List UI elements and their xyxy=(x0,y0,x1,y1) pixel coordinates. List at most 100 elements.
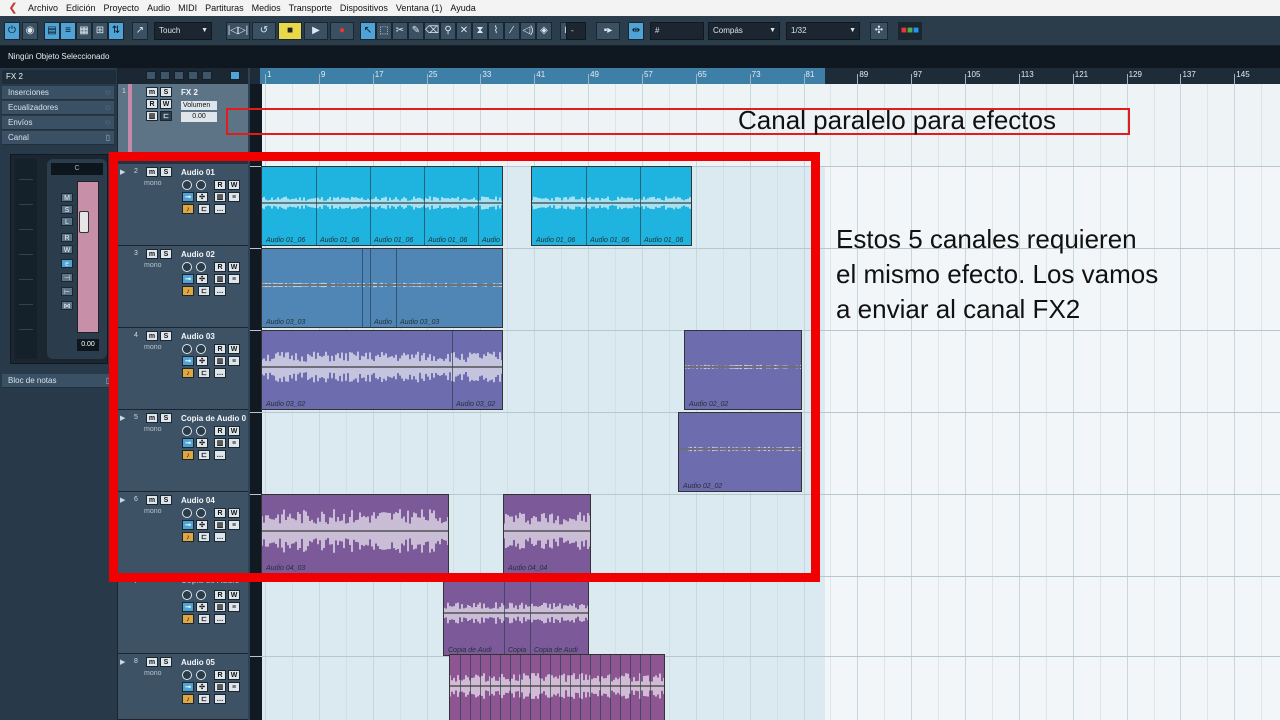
listen-button[interactable]: L xyxy=(61,217,73,226)
track-audio05[interactable]: ▶ 8 m S Audio 05 mono R W ⊸ ✣ ▥ ≡ ♪ ⊏ … xyxy=(118,654,250,720)
nudge-select[interactable]: - xyxy=(566,22,586,40)
automation-mode-select[interactable]: Touch ▼ xyxy=(154,22,212,40)
track-name[interactable]: FX 2 xyxy=(181,88,247,97)
lanes-button[interactable]: ▥ xyxy=(214,682,226,692)
bypass-eq-icon[interactable]: ⊢ xyxy=(61,287,73,296)
menu-partituras[interactable]: Partituras xyxy=(201,3,248,13)
automation-button[interactable]: ⊏ xyxy=(198,694,210,704)
play-tool-icon[interactable]: ◁) xyxy=(520,22,536,40)
menu-ventana[interactable]: Ventana (1) xyxy=(392,3,447,13)
menu-dispositivos[interactable]: Dispositivos xyxy=(336,3,392,13)
lanes-button[interactable]: ▥ xyxy=(214,602,226,612)
expand-arrow-icon[interactable]: ▶ xyxy=(120,658,125,666)
mute-button[interactable]: M xyxy=(61,193,73,202)
freeze-button[interactable]: ✣ xyxy=(196,602,208,612)
object-selection-tool-icon[interactable]: ↖ xyxy=(360,22,376,40)
inspector-section-sends[interactable]: Envíos ◌ xyxy=(2,116,114,130)
menu-transporte[interactable]: Transporte xyxy=(285,3,336,13)
write-button[interactable]: W xyxy=(61,245,73,254)
solo-button[interactable]: S xyxy=(160,87,172,97)
bypass-inserts-icon[interactable]: ⊣ xyxy=(61,273,73,282)
snap-type-select[interactable]: Compás ▼ xyxy=(708,22,780,40)
pool-icon[interactable]: ⊞ xyxy=(92,22,108,40)
range-tool-icon[interactable]: ⬚ xyxy=(376,22,392,40)
audio-event[interactable]: Copia de Audi Copia Copia de Audi xyxy=(443,576,589,656)
info-line-toggle-icon[interactable]: ≡ xyxy=(60,22,76,40)
menu-audio[interactable]: Audio xyxy=(143,3,174,13)
bypass-icon[interactable]: ◌ xyxy=(105,116,110,130)
activate-project-icon[interactable]: ⏻ xyxy=(4,22,20,40)
inserts-button[interactable]: ≡ xyxy=(228,682,240,692)
snap-mode-icon[interactable]: ▪▸ xyxy=(596,22,620,40)
record-enable-button[interactable] xyxy=(182,670,192,680)
bypass-sends-icon[interactable]: ⋈ xyxy=(61,301,73,310)
overview-toggle-icon[interactable]: ▦ xyxy=(76,22,92,40)
menu-midi[interactable]: MIDI xyxy=(174,3,201,13)
menu-medios[interactable]: Medios xyxy=(248,3,285,13)
bypass-icon[interactable]: ◌ xyxy=(105,86,110,100)
automation-button[interactable]: ⊏ xyxy=(198,614,210,624)
edit-channel-button[interactable]: ⊸ xyxy=(182,602,194,612)
show-lanes-icon[interactable] xyxy=(202,71,212,80)
read-button[interactable]: R xyxy=(214,590,226,600)
monitor-button[interactable] xyxy=(196,590,206,600)
mute-all-icon[interactable] xyxy=(146,71,156,80)
menu-archivo[interactable]: Archivo xyxy=(24,3,62,13)
track-name[interactable]: Audio 05 xyxy=(181,658,247,667)
menu-proyecto[interactable]: Proyecto xyxy=(100,3,144,13)
inspector-track-name[interactable]: FX 2 xyxy=(2,70,116,84)
inspector-toggle-icon[interactable]: ▤ xyxy=(44,22,60,40)
volume-fader-track[interactable] xyxy=(77,181,99,333)
inserts-button[interactable]: ≡ xyxy=(228,602,240,612)
read-button[interactable]: R xyxy=(146,99,158,109)
zoom-tool-icon[interactable]: ⚲ xyxy=(440,22,456,40)
write-all-icon[interactable] xyxy=(188,71,198,80)
menu-ayuda[interactable]: Ayuda xyxy=(446,3,479,13)
record-enable-button[interactable] xyxy=(182,590,192,600)
edit-channel-button[interactable]: ⊸ xyxy=(182,682,194,692)
split-tool-icon[interactable]: ✂ xyxy=(392,22,408,40)
autoscroll-icon[interactable]: ⇹ xyxy=(628,22,644,40)
solo-button[interactable]: S xyxy=(160,657,172,667)
constrain-delay-icon[interactable]: ◉ xyxy=(22,22,38,40)
edit-channel-button[interactable]: e xyxy=(61,259,73,268)
quantize-select[interactable]: 1/32 ▼ xyxy=(786,22,860,40)
mute-button[interactable]: m xyxy=(146,657,158,667)
write-button[interactable]: W xyxy=(160,99,172,109)
bypass-icon[interactable]: ◌ xyxy=(105,101,110,115)
automation-button[interactable]: ⊏ xyxy=(160,111,172,121)
track-copia-audio04[interactable]: 7 Copia de Audio R W ⊸ ✣ ▥ ≡ ♪ ⊏ … xyxy=(118,574,250,654)
record-button[interactable]: ● xyxy=(330,22,354,40)
automation-value[interactable]: 0.00 xyxy=(181,112,217,122)
play-button[interactable]: ▶ xyxy=(304,22,328,40)
freeze-button[interactable]: ✣ xyxy=(196,682,208,692)
write-button[interactable]: W xyxy=(228,590,240,600)
inspector-section-eq[interactable]: Ecualizadores ◌ xyxy=(2,101,114,115)
mixer-icon[interactable]: ⇅ xyxy=(108,22,124,40)
inspector-section-channel[interactable]: Canal ▯ xyxy=(2,131,114,145)
inspector-section-inserts[interactable]: Inserciones ◌ xyxy=(2,86,114,100)
mute-tool-icon[interactable]: ✕ xyxy=(456,22,472,40)
lock-button[interactable]: ♪ xyxy=(182,614,194,624)
erase-tool-icon[interactable]: ⌫ xyxy=(424,22,440,40)
menu-edicion[interactable]: Edición xyxy=(62,3,100,13)
draw-tool-icon[interactable]: ✎ xyxy=(408,22,424,40)
read-button[interactable]: R xyxy=(61,233,73,242)
write-button[interactable]: W xyxy=(228,670,240,680)
volume-value[interactable]: 0.00 xyxy=(77,339,99,351)
grid-type-select[interactable]: # xyxy=(650,22,704,40)
automation-parameter[interactable]: Volumen xyxy=(181,101,217,110)
read-all-icon[interactable] xyxy=(174,71,184,80)
edit-channel-icon[interactable]: ▯ xyxy=(106,131,110,145)
inspector-section-notepad[interactable]: Bloc de notas ▯ xyxy=(2,374,114,388)
stop-button[interactable]: ■ xyxy=(278,22,302,40)
color-palette-icon[interactable]: ■■■ xyxy=(898,22,922,40)
color-tool-icon[interactable]: ◈ xyxy=(536,22,552,40)
solo-button[interactable]: S xyxy=(61,205,73,214)
mute-button[interactable]: m xyxy=(146,87,158,97)
read-button[interactable]: R xyxy=(214,670,226,680)
monitor-button[interactable] xyxy=(196,670,206,680)
timewarp-tool-icon[interactable]: ⧗ xyxy=(472,22,488,40)
go-to-start-icon[interactable]: |◁▷| xyxy=(226,22,250,40)
lock-button[interactable]: ♪ xyxy=(182,694,194,704)
